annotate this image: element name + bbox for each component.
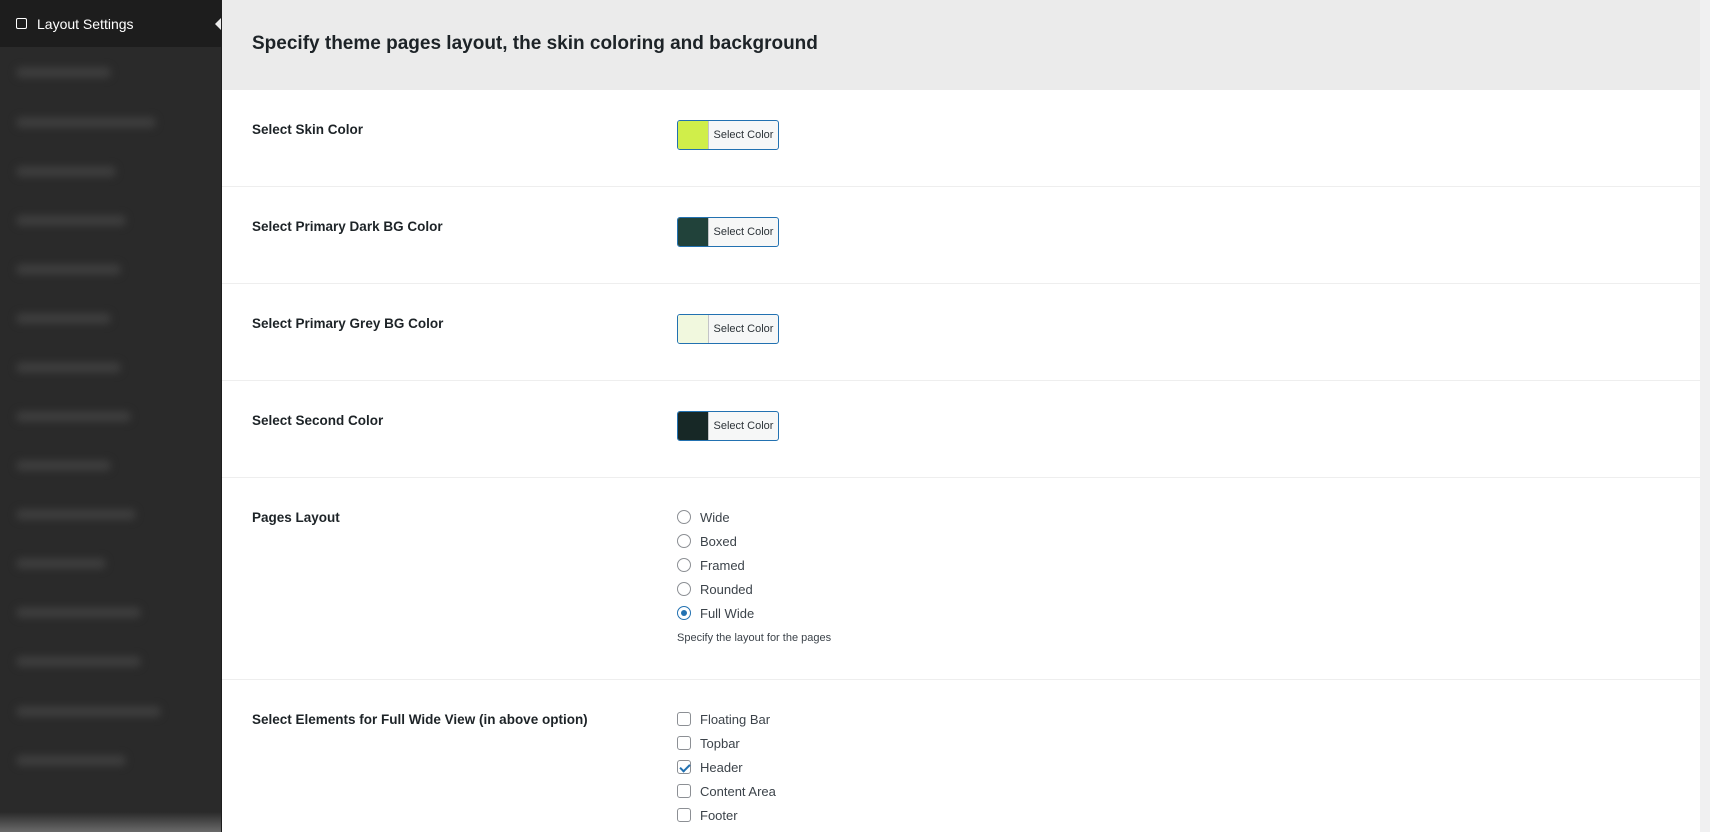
option-label: Full Wide [700,605,755,621]
sidebar-blurred-item[interactable] [16,67,111,78]
page-root: Layout Settings Specify theme pages layo… [0,0,1710,832]
admin-sidebar: Layout Settings [0,0,221,832]
second-color-picker-button[interactable]: Select Color [677,411,779,441]
sidebar-blurred-item[interactable] [16,166,116,177]
second-color-label: Select Second Color [252,413,384,428]
option-label: Footer [700,807,738,823]
checkbox[interactable] [677,784,691,798]
sidebar-blurred-item[interactable] [16,313,111,324]
color-swatch [678,121,709,149]
option-label: Wide [700,509,730,525]
sidebar-blurred-item[interactable] [16,607,141,618]
sidebar-blurred-item[interactable] [16,411,131,422]
right-edge-strip [1700,0,1710,832]
sidebar-fade [0,812,221,832]
select-color-text: Select Color [713,323,774,335]
skin-color-row: Select Skin Color Select Color [222,90,1700,187]
square-icon [16,18,27,29]
primary-dark-bg-color-row: Select Primary Dark BG Color Select Colo… [222,187,1700,284]
checkbox[interactable] [677,736,691,750]
pages-layout-description: Specify the layout for the pages [677,632,832,644]
sidebar-blurred-item[interactable] [16,755,126,766]
full-wide-elements-row: Select Elements for Full Wide View (in a… [222,680,1700,832]
skin-color-picker-button[interactable]: Select Color [677,120,779,150]
sidebar-blurred-item[interactable] [16,264,121,275]
element-option-floating-bar[interactable]: Floating Bar [677,710,770,728]
select-color-text: Select Color [713,129,774,141]
color-swatch [678,218,709,246]
sidebar-blurred-item[interactable] [16,117,156,128]
primary-grey-bg-color-picker-button[interactable]: Select Color [677,314,779,344]
radio-button[interactable] [677,558,691,572]
option-label: Boxed [700,533,737,549]
color-swatch [678,412,709,440]
full-wide-elements-label: Select Elements for Full Wide View (in a… [252,712,588,727]
sidebar-item-label: Layout Settings [37,15,134,32]
option-label: Floating Bar [700,711,771,727]
sidebar-blurred-item[interactable] [16,656,141,667]
element-option-footer[interactable]: Footer [677,806,738,824]
sidebar-item-layout-settings[interactable]: Layout Settings [0,0,221,47]
section-header: Specify theme pages layout, the skin col… [222,0,1700,90]
pages-layout-label: Pages Layout [252,510,340,525]
primary-dark-bg-color-label: Select Primary Dark BG Color [252,219,443,234]
skin-color-label: Select Skin Color [252,122,364,137]
option-label: Header [700,759,743,775]
element-option-content-area[interactable]: Content Area [677,782,776,800]
primary-grey-bg-color-row: Select Primary Grey BG Color Select Colo… [222,284,1700,381]
element-option-header[interactable]: Header [677,758,743,776]
radio-button-checked[interactable] [677,606,691,620]
checkbox[interactable] [677,712,691,726]
sidebar-blurred-item[interactable] [16,460,111,471]
layout-option-rounded[interactable]: Rounded [677,580,753,598]
option-label: Rounded [700,581,753,597]
page-title: Specify theme pages layout, the skin col… [252,33,818,54]
checkbox-checked[interactable] [677,760,691,774]
select-color-text: Select Color [713,226,774,238]
sidebar-blurred-item[interactable] [16,362,121,373]
layout-option-framed[interactable]: Framed [677,556,745,574]
primary-dark-bg-color-picker-button[interactable]: Select Color [677,217,779,247]
sidebar-blurred-item[interactable] [16,215,126,226]
second-color-row: Select Second Color Select Color [222,381,1700,478]
pages-layout-row: Pages Layout Wide Boxed Framed Rounded F… [222,478,1700,680]
layout-option-full-wide[interactable]: Full Wide [677,604,754,622]
main-content: Specify theme pages layout, the skin col… [222,0,1700,832]
sidebar-blurred-item[interactable] [16,706,161,717]
layout-option-boxed[interactable]: Boxed [677,532,737,550]
element-option-topbar[interactable]: Topbar [677,734,740,752]
option-label: Content Area [700,783,776,799]
sidebar-blurred-item[interactable] [16,509,136,520]
option-label: Topbar [700,735,740,751]
layout-option-wide[interactable]: Wide [677,508,730,526]
radio-button[interactable] [677,534,691,548]
sidebar-blurred-item[interactable] [16,558,106,569]
checkbox[interactable] [677,808,691,822]
radio-button[interactable] [677,582,691,596]
select-color-text: Select Color [713,420,774,432]
primary-grey-bg-color-label: Select Primary Grey BG Color [252,316,444,331]
option-label: Framed [700,557,745,573]
color-swatch [678,315,709,343]
radio-button[interactable] [677,510,691,524]
